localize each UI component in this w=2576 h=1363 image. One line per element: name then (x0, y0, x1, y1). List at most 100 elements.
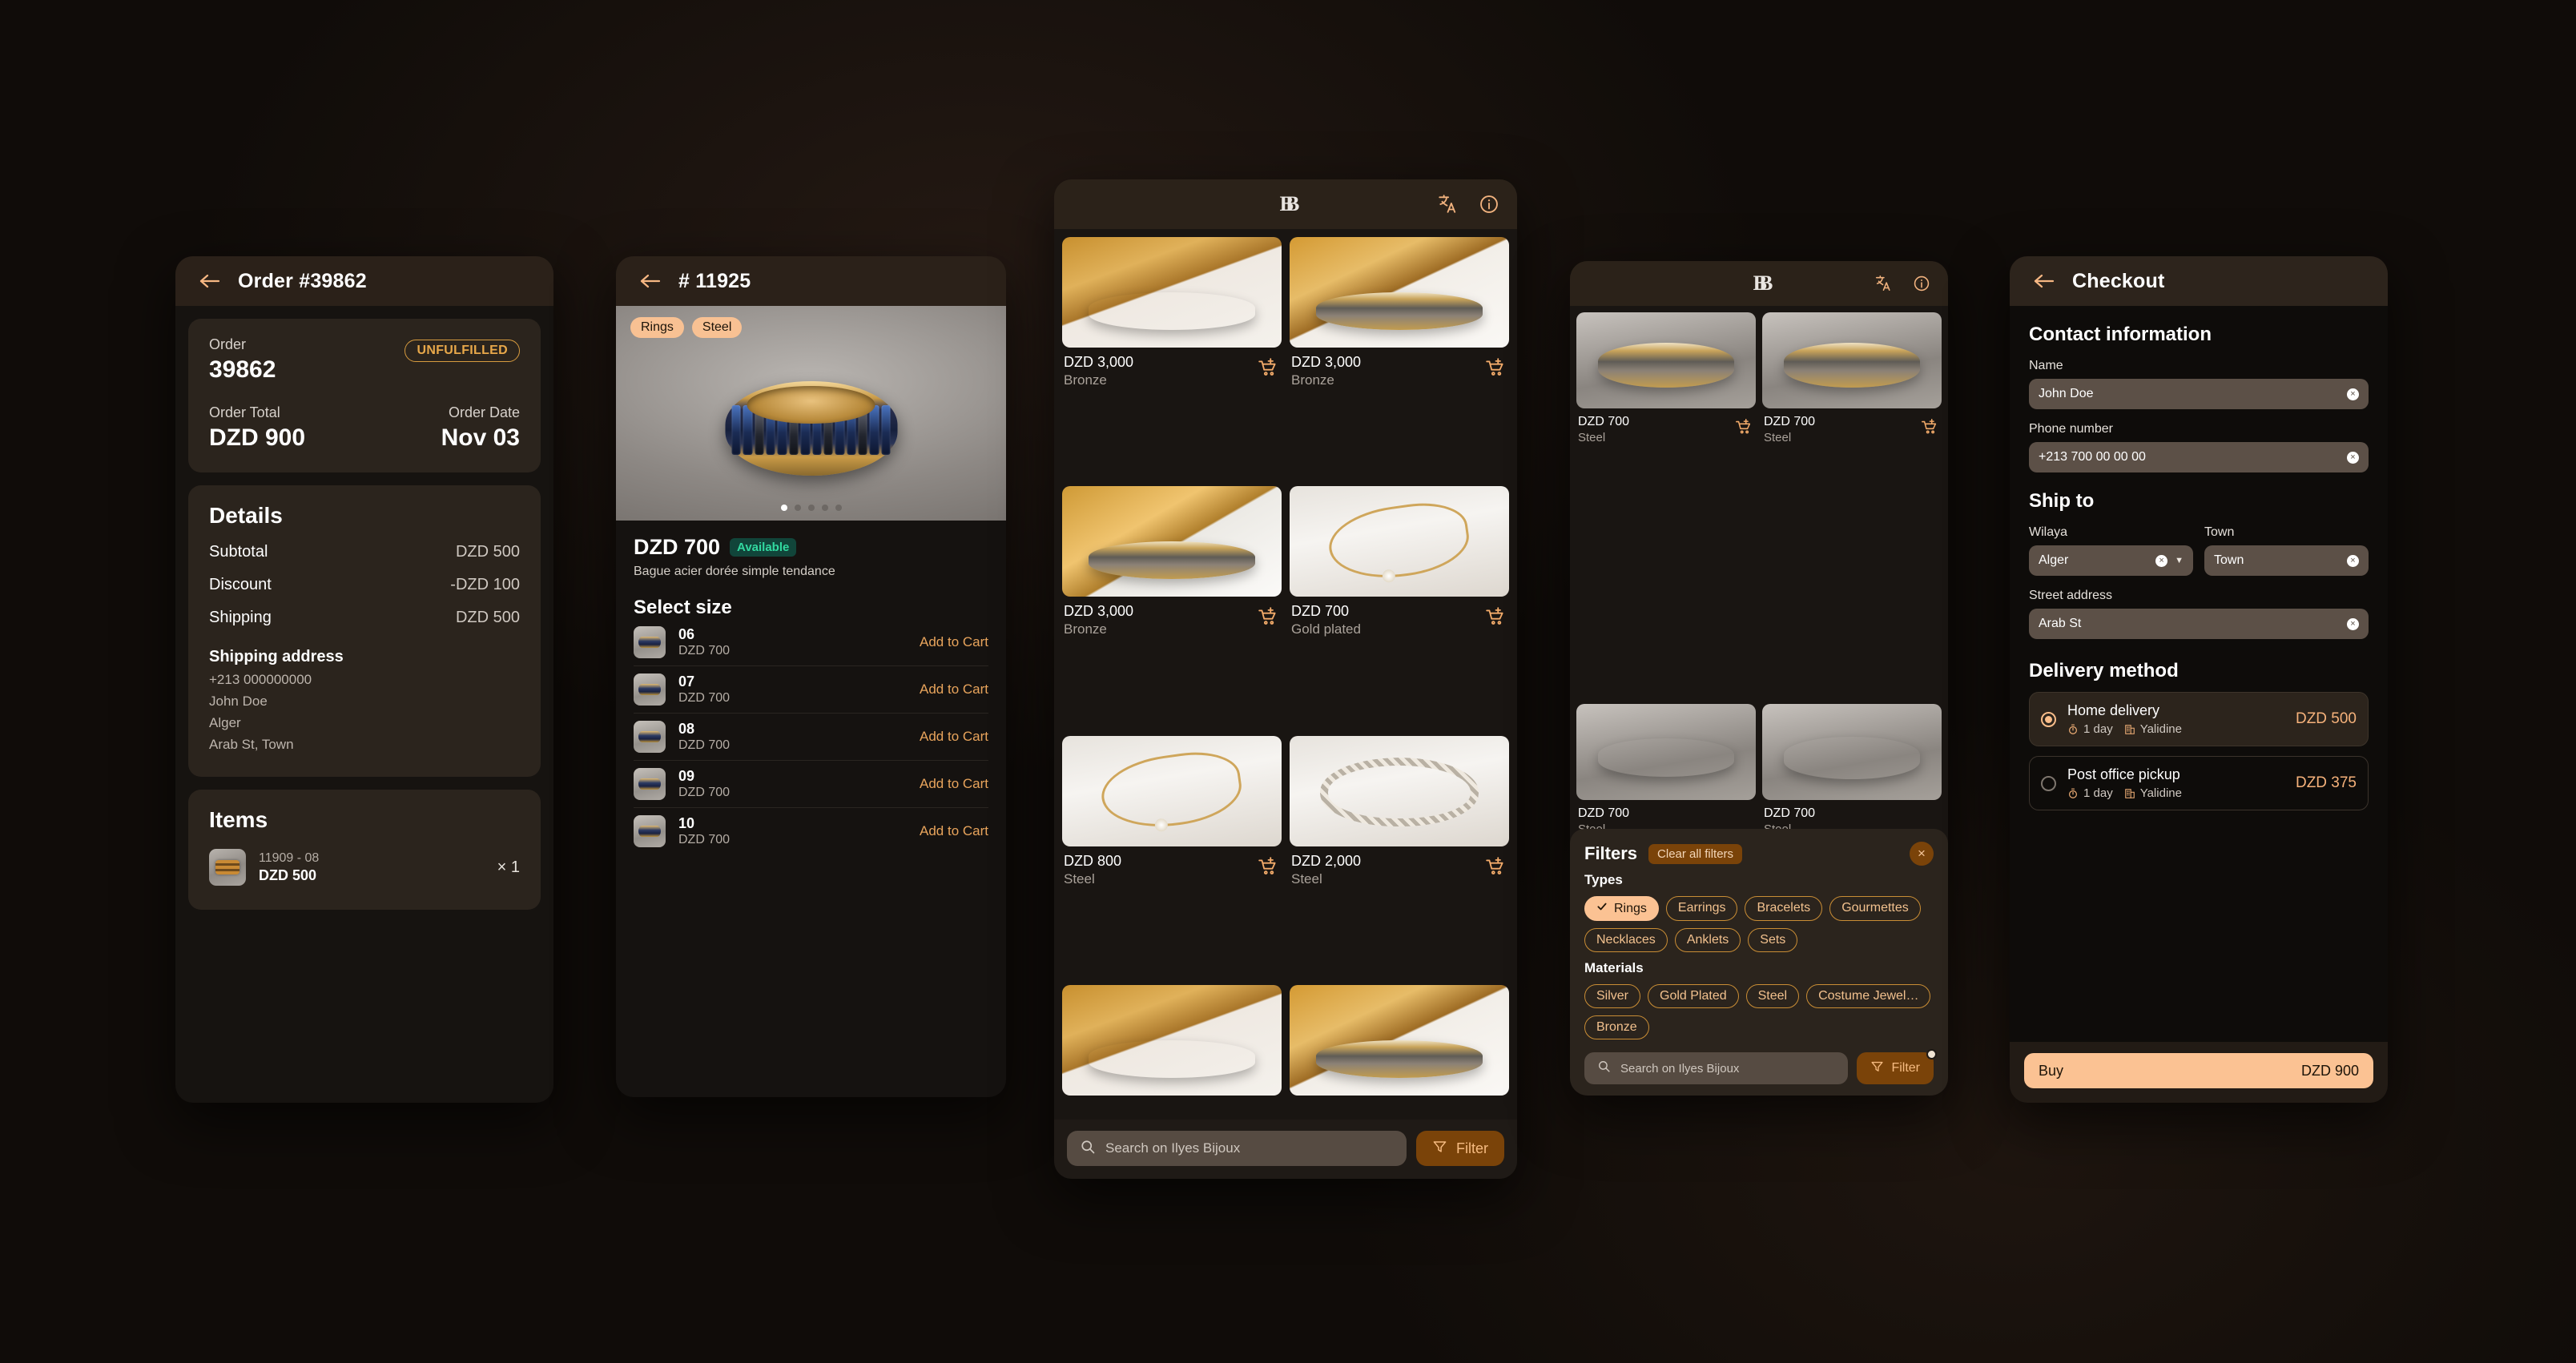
add-to-cart-icon[interactable] (1485, 357, 1506, 382)
filter-button[interactable]: Filter (1416, 1131, 1504, 1166)
material-chip-silver[interactable]: Silver (1584, 984, 1641, 1008)
type-chip-earrings[interactable]: Earrings (1665, 896, 1738, 921)
order-date-label: Order Date (448, 404, 520, 420)
product-card[interactable]: DZD 700 Gold plated (1290, 486, 1509, 729)
order-number: 39862 (209, 356, 276, 383)
product-card[interactable]: DZD 700 Steel (1576, 312, 1756, 699)
back-icon[interactable] (196, 267, 223, 295)
product-card[interactable]: DZD 3,000 Bronze (1290, 237, 1509, 480)
back-icon[interactable] (2031, 267, 2058, 295)
street-address-field[interactable]: Arab St × (2029, 609, 2369, 639)
add-to-cart-button[interactable]: Add to Cart (920, 729, 988, 745)
chevron-down-icon[interactable]: ▼ (2175, 556, 2184, 565)
back-icon[interactable] (637, 267, 664, 295)
product-card[interactable]: DZD 3,000 Bronze (1062, 237, 1282, 480)
add-to-cart-button[interactable]: Add to Cart (920, 634, 988, 650)
name-label: Name (2029, 359, 2063, 372)
size-option-row[interactable]: 09 DZD 700 Add to Cart (634, 761, 988, 808)
address-street: Arab St, Town (209, 737, 294, 752)
add-to-cart-icon[interactable] (1258, 357, 1278, 382)
delivery-option-post-office-pickup[interactable]: Post office pickup 1 day Yalidine DZD 37… (2029, 756, 2369, 810)
translate-icon[interactable] (1874, 275, 1892, 292)
type-chip-rings[interactable]: Rings (1584, 896, 1659, 921)
radio-icon[interactable] (2041, 775, 2056, 791)
product-material: Steel (1578, 431, 1606, 444)
add-to-cart-button[interactable]: Add to Cart (920, 682, 988, 698)
search-icon (1080, 1139, 1096, 1159)
info-icon[interactable] (1913, 275, 1930, 292)
add-to-cart-button[interactable]: Add to Cart (920, 776, 988, 792)
size-option-row[interactable]: 06 DZD 700 Add to Cart (634, 619, 988, 666)
product-card[interactable]: DZD 3,000 Bronze (1062, 486, 1282, 729)
size-price: DZD 700 (678, 644, 731, 657)
order-summary-card: Order 39862 UNFULFILLED Order Total DZD … (188, 319, 541, 472)
translate-icon[interactable] (1437, 194, 1458, 215)
type-chip-anklets[interactable]: Anklets (1674, 928, 1741, 952)
clear-icon[interactable]: × (2347, 554, 2359, 567)
close-icon[interactable]: × (1910, 842, 1934, 866)
wilaya-select[interactable]: Alger × ▼ (2029, 545, 2193, 576)
clear-icon[interactable]: × (2155, 554, 2168, 567)
type-chip-sets[interactable]: Sets (1748, 928, 1798, 952)
add-to-cart-icon[interactable] (1258, 856, 1278, 881)
details-heading: Details (209, 503, 283, 528)
materials-heading: Materials (1584, 960, 1644, 975)
size-option-row[interactable]: 10 DZD 700 Add to Cart (634, 808, 988, 854)
product-tag-steel[interactable]: Steel (691, 317, 743, 338)
search-input[interactable]: Search on Ilyes Bijoux (1584, 1052, 1849, 1084)
delivery-option-home-delivery[interactable]: Home delivery 1 day Yalidine DZD 500 (2029, 692, 2369, 746)
size-name: 08 (678, 721, 695, 737)
product-price: DZD 800 (1064, 852, 1122, 869)
brand-logo-icon: BB (1279, 192, 1299, 215)
clear-icon[interactable]: × (2347, 388, 2359, 400)
add-to-cart-icon[interactable] (1485, 606, 1506, 631)
product-tag-rings[interactable]: Rings (630, 317, 684, 338)
name-field[interactable]: John Doe × (2029, 379, 2369, 409)
add-to-cart-icon[interactable] (1258, 606, 1278, 631)
filter-label: Filter (1456, 1140, 1488, 1156)
wilaya-value: Alger (2039, 553, 2069, 567)
town-field[interactable]: Town × (2204, 545, 2369, 576)
wilaya-label: Wilaya (2029, 525, 2068, 539)
material-chip-costume-jewellery[interactable]: Costume Jewel… (1806, 984, 1931, 1008)
add-to-cart-icon[interactable] (1485, 856, 1506, 881)
add-to-cart-button[interactable]: Add to Cart (920, 823, 988, 839)
item-price: DZD 500 (259, 866, 317, 883)
clear-icon[interactable]: × (2347, 451, 2359, 464)
type-chip-gourmettes[interactable]: Gourmettes (1829, 896, 1921, 921)
type-chip-bracelets[interactable]: Bracelets (1745, 896, 1823, 921)
material-chip-steel[interactable]: Steel (1745, 984, 1800, 1008)
type-chip-necklaces[interactable]: Necklaces (1584, 928, 1668, 952)
product-material: Steel (1064, 870, 1095, 887)
info-icon[interactable] (1479, 194, 1499, 215)
clear-all-filters-button[interactable]: Clear all filters (1648, 843, 1743, 864)
search-input[interactable]: Search on Ilyes Bijoux (1067, 1131, 1407, 1166)
filter-button[interactable]: Filter (1857, 1049, 1937, 1084)
detail-label: Shipping (209, 609, 272, 626)
table-row[interactable]: 11909 - 08 DZD 500 × 1 (209, 849, 520, 886)
material-chip-bronze[interactable]: Bronze (1584, 1015, 1649, 1039)
street-address-label: Street address (2029, 589, 2113, 602)
delivery-option-price: DZD 500 (2295, 710, 2357, 727)
address-name: John Doe (209, 694, 268, 709)
phone-field[interactable]: +213 700 00 00 00 × (2029, 442, 2369, 472)
clear-icon[interactable]: × (2347, 617, 2359, 630)
radio-icon[interactable] (2041, 711, 2056, 727)
material-chip-gold-plated[interactable]: Gold Plated (1648, 984, 1739, 1008)
product-card[interactable]: DZD 2,000 Steel (1290, 735, 1509, 979)
carousel-dots[interactable] (616, 505, 1006, 511)
add-to-cart-icon[interactable] (1921, 418, 1938, 440)
add-to-cart-icon[interactable] (1735, 418, 1753, 440)
delivery-carrier: Yalidine (2124, 722, 2182, 736)
product-price: DZD 700 (1764, 415, 1816, 428)
product-card[interactable]: DZD 700 Steel (1762, 312, 1942, 699)
size-option-row[interactable]: 08 DZD 700 Add to Cart (634, 714, 988, 761)
address-phone: +213 000000000 (209, 672, 312, 687)
size-price: DZD 700 (678, 833, 731, 846)
size-option-row[interactable]: 07 DZD 700 Add to Cart (634, 666, 988, 714)
buy-button[interactable]: Buy DZD 900 (2024, 1053, 2373, 1088)
product-image-carousel[interactable]: Rings Steel (616, 306, 1006, 521)
product-image (1290, 486, 1509, 597)
product-card[interactable]: DZD 800 Steel (1062, 735, 1282, 979)
product-price: DZD 3,000 (1064, 603, 1134, 620)
